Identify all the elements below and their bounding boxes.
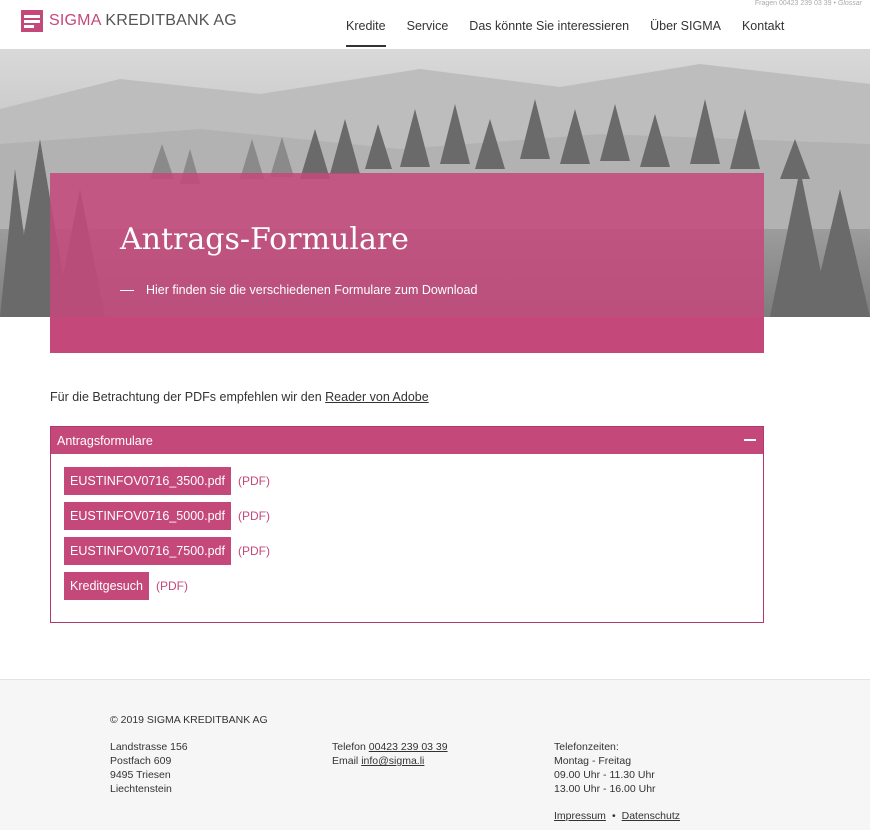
phone-link[interactable]: 00423 239 03 39 xyxy=(369,741,448,753)
impressum-link[interactable]: Impressum xyxy=(554,810,606,822)
site-footer: © 2019 SIGMA KREDITBANK AG Landstrasse 1… xyxy=(0,679,870,830)
email-link[interactable]: info@sigma.li xyxy=(361,755,424,767)
logo[interactable]: SIGMA KREDITBANK AG xyxy=(21,10,237,32)
adobe-reader-link[interactable]: Reader von Adobe xyxy=(325,390,429,404)
intro-text: Für die Betrachtung der PDFs empfehlen w… xyxy=(50,390,429,404)
logo-rest: KREDITBANK AG xyxy=(105,12,237,29)
accordion-title: Antragsformulare xyxy=(57,433,153,448)
footer-hours: Telefonzeiten: Montag - Freitag 09.00 Uh… xyxy=(554,740,656,796)
footer-legal: Impressum • Datenschutz xyxy=(554,810,680,822)
datenschutz-link[interactable]: Datenschutz xyxy=(622,810,680,822)
download-button-3500[interactable]: EUSTINFOV0716_3500.pdf xyxy=(64,467,231,495)
accordion-header[interactable]: Antragsformulare xyxy=(51,427,763,454)
logo-brand: SIGMA xyxy=(49,12,101,29)
main-nav: Kredite Service Das könnte Sie interessi… xyxy=(346,19,784,47)
intro-sentence: Für die Betrachtung der PDFs empfehlen w… xyxy=(50,390,326,404)
file-type: (PDF) xyxy=(237,544,270,558)
separator: • xyxy=(611,810,616,822)
nav-item-service[interactable]: Service xyxy=(407,19,449,33)
logo-text: SIGMA KREDITBANK AG xyxy=(49,12,237,30)
subtitle-dash xyxy=(120,289,134,291)
footer-address: Landstrasse 156 Postfach 609 9495 Triese… xyxy=(110,740,188,796)
hero-box-bottom xyxy=(50,317,764,353)
site-header: Fragen 00423 239 03 39 • Glossar SIGMA K… xyxy=(0,0,870,49)
address-line: Postfach 609 xyxy=(110,755,172,767)
download-button-5000[interactable]: EUSTINFOV0716_5000.pdf xyxy=(64,502,231,530)
topline-text: Fragen 00423 239 03 39 • xyxy=(754,0,836,7)
address-line: Landstrasse 156 xyxy=(110,741,188,753)
collapse-icon[interactable] xyxy=(744,439,756,441)
email-label: Email xyxy=(332,755,362,767)
glossar-link[interactable]: Glossar xyxy=(838,0,862,7)
footer-contact: Telefon 00423 239 03 39 Email info@sigma… xyxy=(332,740,448,768)
file-item: EUSTINFOV0716_5000.pdf (PDF) xyxy=(64,502,763,530)
address-line: Liechtenstein xyxy=(110,783,172,795)
file-list: EUSTINFOV0716_3500.pdf (PDF) EUSTINFOV07… xyxy=(51,454,763,600)
copyright: © 2019 SIGMA KREDITBANK AG xyxy=(110,714,268,726)
file-type: (PDF) xyxy=(237,509,270,523)
nav-item-ueber-sigma[interactable]: Über SIGMA xyxy=(650,19,721,33)
nav-item-kredite[interactable]: Kredite xyxy=(346,19,386,47)
page-subtitle: Hier finden sie die verschiedenen Formul… xyxy=(120,283,477,297)
subtitle-text: Hier finden sie die verschiedenen Formul… xyxy=(146,283,478,297)
nav-item-interessieren[interactable]: Das könnte Sie interessieren xyxy=(469,19,629,33)
hours-line: 09.00 Uhr - 11.30 Uhr xyxy=(554,769,655,781)
accordion-antragsformulare: Antragsformulare EUSTINFOV0716_3500.pdf … xyxy=(50,426,764,623)
page-title: Antrags-Formulare xyxy=(120,222,409,257)
sigma-logo-icon xyxy=(21,10,43,32)
hours-line: 13.00 Uhr - 16.00 Uhr xyxy=(554,783,656,795)
file-item: EUSTINFOV0716_7500.pdf (PDF) xyxy=(64,537,763,565)
download-button-7500[interactable]: EUSTINFOV0716_7500.pdf xyxy=(64,537,231,565)
topline: Fragen 00423 239 03 39 • Glossar xyxy=(755,0,862,7)
file-item: Kreditgesuch (PDF) xyxy=(64,572,763,600)
download-button-kreditgesuch[interactable]: Kreditgesuch xyxy=(64,572,149,600)
hours-line: Telefonzeiten: xyxy=(554,741,619,753)
nav-item-kontakt[interactable]: Kontakt xyxy=(742,19,784,33)
hours-line: Montag - Freitag xyxy=(554,755,632,767)
phone-label: Telefon xyxy=(332,741,369,753)
file-type: (PDF) xyxy=(155,579,188,593)
file-type: (PDF) xyxy=(237,474,270,488)
file-item: EUSTINFOV0716_3500.pdf (PDF) xyxy=(64,467,763,495)
address-line: 9495 Triesen xyxy=(110,769,171,781)
